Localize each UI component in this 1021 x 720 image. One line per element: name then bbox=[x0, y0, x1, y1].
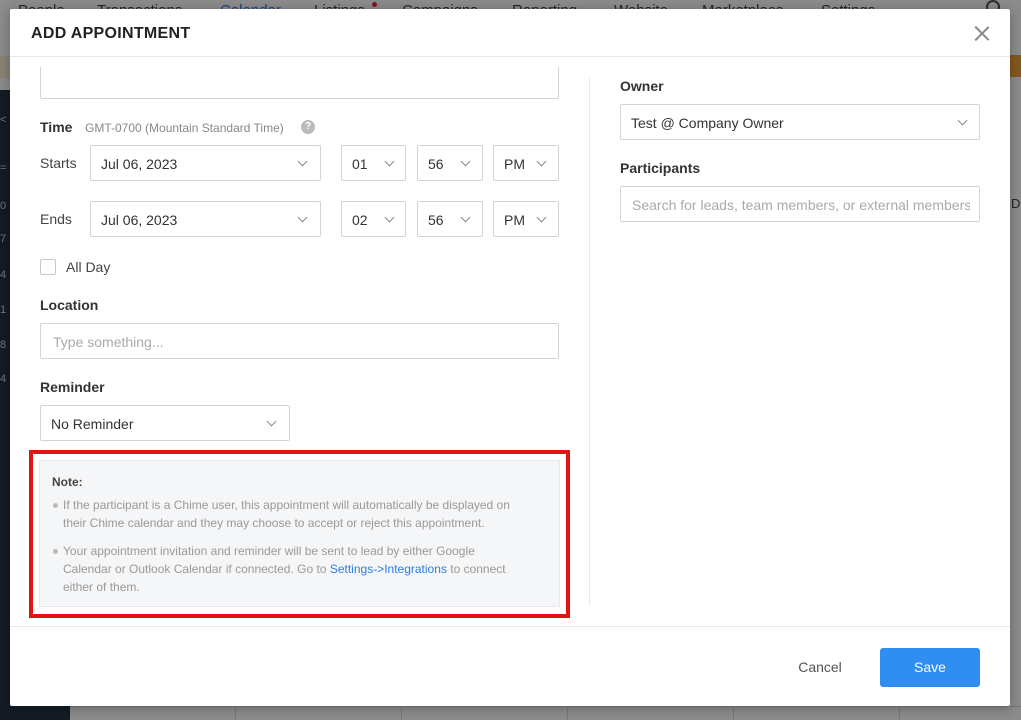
start-minute-value: 56 bbox=[428, 156, 444, 172]
starts-label: Starts bbox=[40, 155, 77, 171]
note-text: Your appointment invitation and reminder… bbox=[63, 544, 475, 558]
start-ampm-select[interactable]: PM bbox=[493, 145, 559, 181]
participants-placeholder: Search for leads, team members, or exter… bbox=[632, 197, 970, 213]
modal-header: ADD APPOINTMENT bbox=[10, 9, 1010, 57]
owner-select[interactable]: Test @ Company Owner bbox=[620, 104, 980, 140]
note-text-segment: to connect bbox=[446, 562, 506, 576]
chevron-down-icon bbox=[297, 156, 308, 167]
note-text: their Chime calendar and they may choose… bbox=[63, 516, 485, 530]
timezone-text: GMT-0700 (Mountain Standard Time) bbox=[85, 121, 284, 135]
note-title: Note: bbox=[52, 475, 83, 489]
owner-value: Test @ Company Owner bbox=[631, 115, 784, 131]
reminder-value: No Reminder bbox=[51, 416, 134, 432]
chevron-down-icon bbox=[536, 212, 547, 223]
close-icon[interactable] bbox=[972, 23, 992, 43]
cancel-button[interactable]: Cancel bbox=[783, 648, 857, 686]
note-box: Note: If the participant is a Chime user… bbox=[39, 460, 560, 607]
column-divider bbox=[589, 78, 590, 606]
location-input[interactable]: Type something... bbox=[40, 323, 559, 359]
end-hour-select[interactable]: 02 bbox=[341, 201, 406, 237]
time-label: Time bbox=[40, 119, 73, 135]
all-day-label: All Day bbox=[66, 259, 111, 275]
add-appointment-modal: ADD APPOINTMENT Time GMT-0700 (Mountain … bbox=[10, 9, 1010, 706]
start-date-select[interactable]: Jul 06, 2023 bbox=[90, 145, 321, 181]
note-text: Calendar or Outlook Calendar if connecte… bbox=[63, 560, 506, 578]
end-hour-value: 02 bbox=[352, 212, 368, 228]
bullet-icon bbox=[53, 503, 58, 508]
bullet-icon bbox=[53, 549, 58, 554]
start-minute-select[interactable]: 56 bbox=[417, 145, 483, 181]
end-date-value: Jul 06, 2023 bbox=[101, 212, 178, 228]
note-text: If the participant is a Chime user, this… bbox=[63, 498, 510, 512]
note-text-segment: Calendar or Outlook Calendar if connecte… bbox=[63, 562, 330, 576]
start-hour-value: 01 bbox=[352, 156, 368, 172]
chevron-down-icon bbox=[957, 115, 968, 126]
reminder-label: Reminder bbox=[40, 379, 105, 395]
chevron-down-icon bbox=[384, 156, 395, 167]
start-hour-select[interactable]: 01 bbox=[341, 145, 406, 181]
end-minute-value: 56 bbox=[428, 212, 444, 228]
chevron-down-icon bbox=[266, 416, 277, 427]
help-icon[interactable]: ? bbox=[301, 120, 315, 134]
participants-input[interactable]: Search for leads, team members, or exter… bbox=[620, 186, 980, 222]
title-input[interactable] bbox=[40, 67, 559, 99]
settings-integrations-link[interactable]: Settings->Integrations bbox=[330, 562, 447, 576]
location-label: Location bbox=[40, 297, 99, 313]
end-minute-select[interactable]: 56 bbox=[417, 201, 483, 237]
ends-label: Ends bbox=[40, 211, 72, 227]
start-ampm-value: PM bbox=[504, 156, 525, 172]
reminder-select[interactable]: No Reminder bbox=[40, 405, 290, 441]
participants-label: Participants bbox=[620, 160, 701, 176]
end-ampm-select[interactable]: PM bbox=[493, 201, 559, 237]
save-button[interactable]: Save bbox=[880, 648, 980, 687]
chevron-down-icon bbox=[536, 156, 547, 167]
note-text: either of them. bbox=[63, 580, 140, 594]
all-day-checkbox[interactable] bbox=[40, 259, 56, 275]
end-date-select[interactable]: Jul 06, 2023 bbox=[90, 201, 321, 237]
owner-label: Owner bbox=[620, 78, 664, 94]
start-date-value: Jul 06, 2023 bbox=[101, 156, 178, 172]
location-placeholder: Type something... bbox=[53, 334, 164, 350]
chevron-down-icon bbox=[460, 156, 471, 167]
chevron-down-icon bbox=[297, 212, 308, 223]
end-ampm-value: PM bbox=[504, 212, 525, 228]
chevron-down-icon bbox=[384, 212, 395, 223]
footer-divider bbox=[10, 626, 1010, 627]
chevron-down-icon bbox=[460, 212, 471, 223]
modal-title: ADD APPOINTMENT bbox=[31, 25, 191, 42]
